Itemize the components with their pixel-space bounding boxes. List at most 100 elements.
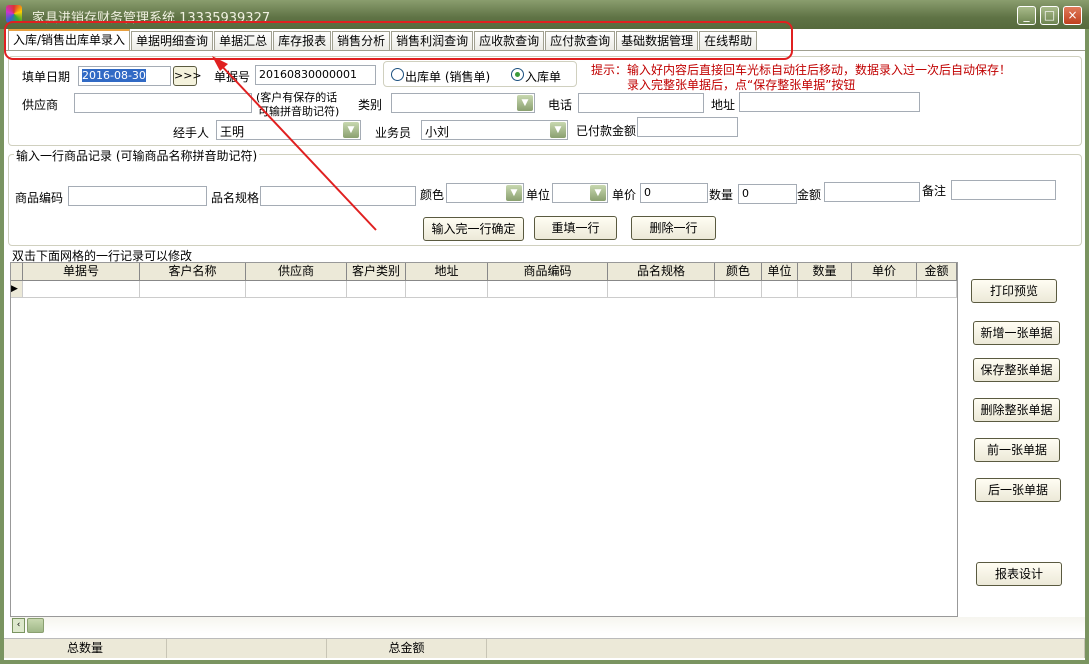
paid-label: 已付款金额 bbox=[576, 124, 637, 138]
unit-label: 单位 bbox=[526, 188, 551, 202]
report-design-button[interactable]: 报表设计 bbox=[976, 562, 1062, 586]
minimize-button[interactable]: _ bbox=[1017, 6, 1036, 25]
delete-bill-button[interactable]: 删除整张单据 bbox=[973, 398, 1060, 422]
grid-cell[interactable] bbox=[762, 281, 798, 298]
supplier-hint-2: 可输拼音助记符) bbox=[258, 105, 340, 118]
grid-cell[interactable] bbox=[406, 281, 488, 298]
supplier-input[interactable] bbox=[74, 93, 252, 113]
tab-divider bbox=[4, 50, 1085, 51]
horizontal-scrollbar[interactable]: ‹ bbox=[10, 617, 1085, 634]
tab-bill-summary[interactable]: 单据汇总 bbox=[214, 31, 273, 50]
chevron-down-icon: ▼ bbox=[517, 95, 533, 111]
grid-cell[interactable] bbox=[852, 281, 917, 298]
scroll-left-icon[interactable]: ‹ bbox=[12, 618, 25, 633]
grid-cell[interactable] bbox=[715, 281, 762, 298]
radio-inbound-label: 入库单 bbox=[525, 70, 562, 84]
column-header[interactable]: 单价 bbox=[852, 263, 917, 281]
supplier-label: 供应商 bbox=[22, 98, 59, 112]
column-header[interactable]: 单据号 bbox=[23, 263, 140, 281]
radio-outbound[interactable] bbox=[391, 68, 404, 81]
radio-inbound[interactable] bbox=[511, 68, 524, 81]
scroll-thumb[interactable] bbox=[27, 618, 44, 633]
column-header[interactable]: 颜色 bbox=[715, 263, 762, 281]
previous-bill-button[interactable]: 前一张单据 bbox=[974, 438, 1060, 462]
address-input[interactable] bbox=[739, 92, 920, 112]
next-bill-button[interactable]: 后一张单据 bbox=[975, 478, 1061, 502]
print-preview-button[interactable]: 打印预览 bbox=[971, 279, 1057, 303]
color-label: 颜色 bbox=[420, 188, 445, 202]
tab-sales-profit[interactable]: 销售利润查询 bbox=[391, 31, 474, 50]
grid-cell[interactable] bbox=[347, 281, 406, 298]
tab-entry[interactable]: 入库/销售出库单录入 bbox=[8, 29, 131, 50]
paid-input[interactable] bbox=[637, 117, 738, 137]
handler-value: 王明 bbox=[220, 125, 245, 139]
date-value: 2016-08-30 bbox=[82, 69, 146, 82]
column-header[interactable]: 客户名称 bbox=[140, 263, 246, 281]
handler-label: 经手人 bbox=[173, 126, 210, 140]
column-header[interactable]: 单位 bbox=[762, 263, 798, 281]
column-header[interactable]: 客户类别 bbox=[347, 263, 406, 281]
phone-label: 电话 bbox=[548, 98, 573, 112]
price-label: 单价 bbox=[612, 188, 637, 202]
tab-bill-detail[interactable]: 单据明细查询 bbox=[131, 31, 214, 50]
tab-stock-report[interactable]: 库存报表 bbox=[273, 31, 332, 50]
salesman-select[interactable]: 小刘 ▼ bbox=[421, 120, 568, 140]
column-header[interactable]: 金额 bbox=[917, 263, 957, 281]
chevron-down-icon: ▼ bbox=[590, 185, 606, 201]
column-header[interactable]: 地址 bbox=[406, 263, 488, 281]
chevron-down-icon: ▼ bbox=[550, 122, 566, 138]
date-label: 填单日期 bbox=[22, 70, 71, 84]
qty-input[interactable]: 0 bbox=[738, 184, 797, 204]
tab-sales-analysis[interactable]: 销售分析 bbox=[332, 31, 391, 50]
unit-select[interactable]: ▼ bbox=[552, 183, 608, 203]
close-button[interactable]: × bbox=[1063, 6, 1082, 25]
tab-bar: 入库/销售出库单录入 单据明细查询 单据汇总 库存报表 销售分析 销售利润查询 … bbox=[8, 29, 758, 51]
handler-select[interactable]: 王明 ▼ bbox=[216, 120, 361, 140]
phone-input[interactable] bbox=[578, 93, 704, 113]
column-header[interactable]: 供应商 bbox=[246, 263, 347, 281]
category-label: 类别 bbox=[358, 98, 383, 112]
column-header[interactable]: 品名规格 bbox=[608, 263, 715, 281]
bill-no-input[interactable]: 20160830000001 bbox=[255, 65, 376, 85]
save-bill-button[interactable]: 保存整张单据 bbox=[973, 358, 1060, 382]
current-row-arrow-icon: ▶ bbox=[11, 281, 23, 298]
line-entry-title: 输入一行商品记录 (可输商品名称拼音助记符) bbox=[14, 147, 260, 164]
new-bill-button[interactable]: 新增一张单据 bbox=[973, 321, 1060, 345]
date-input[interactable]: 2016-08-30 bbox=[78, 66, 171, 86]
chevron-down-icon: ▼ bbox=[506, 185, 522, 201]
tab-receivables[interactable]: 应收款查询 bbox=[474, 31, 545, 50]
salesman-label: 业务员 bbox=[375, 126, 412, 140]
grid-cell[interactable] bbox=[798, 281, 852, 298]
price-input[interactable]: 0 bbox=[640, 183, 708, 203]
column-header[interactable]: 数量 bbox=[798, 263, 852, 281]
tab-base-data[interactable]: 基础数据管理 bbox=[616, 31, 699, 50]
tab-online-help[interactable]: 在线帮助 bbox=[699, 31, 758, 50]
reset-line-button[interactable]: 重填一行 bbox=[534, 216, 617, 240]
code-label: 商品编码 bbox=[15, 191, 64, 205]
column-header[interactable]: 商品编码 bbox=[488, 263, 608, 281]
grid-cell[interactable] bbox=[246, 281, 347, 298]
grid-cell[interactable] bbox=[917, 281, 957, 298]
grid-cell[interactable] bbox=[608, 281, 715, 298]
row-indicator-header bbox=[11, 263, 23, 281]
salesman-value: 小刘 bbox=[425, 125, 450, 139]
maximize-button[interactable]: □ bbox=[1040, 6, 1059, 25]
tab-payables[interactable]: 应付款查询 bbox=[545, 31, 616, 50]
remark-input[interactable] bbox=[951, 180, 1056, 200]
color-select[interactable]: ▼ bbox=[446, 183, 524, 203]
category-select[interactable]: ▼ bbox=[391, 93, 535, 113]
grid-cell[interactable] bbox=[23, 281, 140, 298]
spec-input[interactable] bbox=[260, 186, 416, 206]
product-code-input[interactable] bbox=[68, 186, 207, 206]
amount-input[interactable] bbox=[824, 182, 920, 202]
grid-cell[interactable] bbox=[140, 281, 246, 298]
confirm-line-button[interactable]: 输入完一行确定 bbox=[423, 217, 524, 241]
date-picker-button[interactable]: >>> bbox=[173, 66, 202, 86]
status-total-qty-value bbox=[167, 639, 327, 658]
status-total-qty-label: 总数量 bbox=[4, 639, 167, 658]
bill-grid[interactable]: ▶ 单据号 客户名称 供应商 客户类别 地址 商品编码 品名规格 颜色 单位 数量 单价 金额 bbox=[10, 262, 958, 617]
app-icon bbox=[6, 5, 22, 23]
grid-cell[interactable] bbox=[488, 281, 608, 298]
remark-label: 备注 bbox=[922, 184, 947, 198]
delete-line-button[interactable]: 删除一行 bbox=[631, 216, 716, 240]
